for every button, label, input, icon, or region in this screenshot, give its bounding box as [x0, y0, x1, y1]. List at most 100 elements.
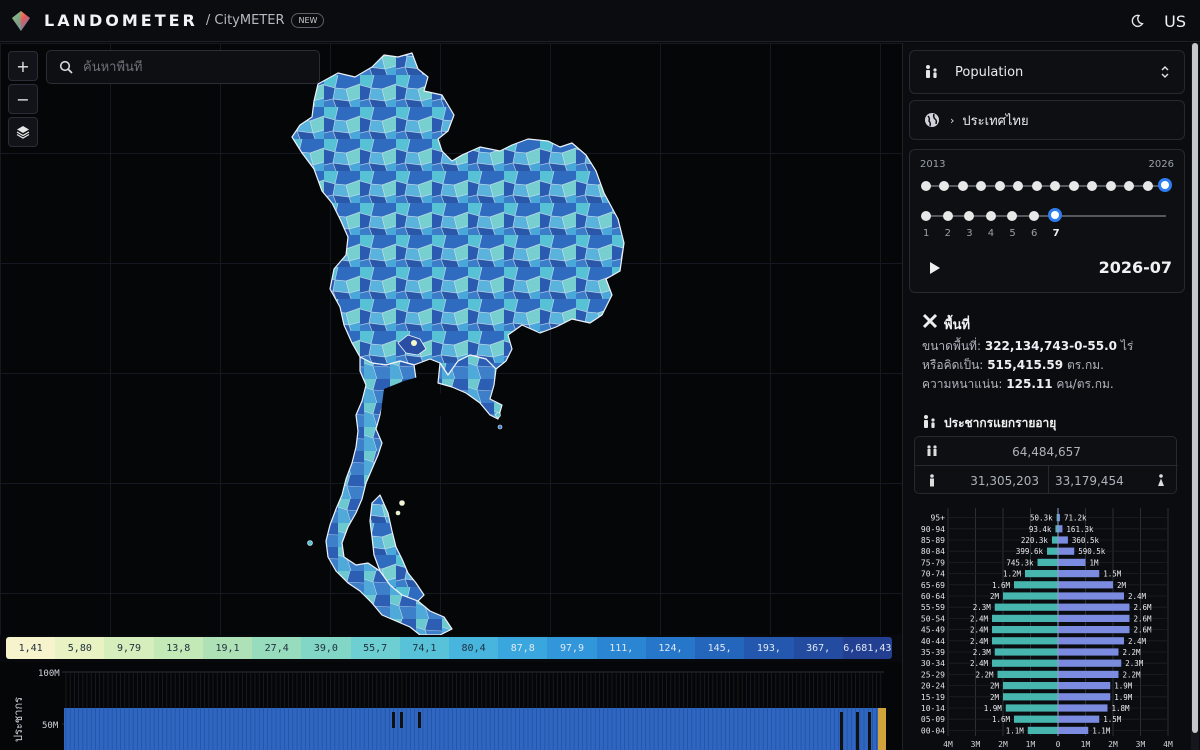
pyramid-age-label: 60-64 [921, 592, 945, 601]
pyramid-value-right: 2.2M [1123, 648, 1142, 657]
pyramid-bar-right [1058, 581, 1113, 589]
year-tick[interactable] [1142, 181, 1153, 191]
area-km-label: หรือคิดเป็น: [922, 358, 984, 372]
metric-label: Population [955, 64, 1024, 80]
year-tick[interactable] [957, 181, 968, 191]
pyramid-value-left: 2.3M [973, 648, 992, 657]
brand-name[interactable]: LANDOMETER [44, 11, 198, 30]
month-slider-handle[interactable] [1047, 208, 1062, 222]
pyramid-age-label: 80-84 [921, 547, 945, 556]
year-slider-handle[interactable] [1158, 178, 1172, 192]
area-size-label: ขนาดพื้นที่: [922, 339, 982, 353]
legend-bin: 97,9 [547, 637, 597, 659]
year-tick[interactable] [1050, 181, 1061, 191]
pyramid-value-left: 1.1M [1006, 726, 1025, 735]
pyramid-age-label: 30-34 [921, 659, 945, 668]
year-tick[interactable] [1124, 181, 1135, 191]
pyramid-value-left: 93.4k [1029, 525, 1052, 534]
pyramid-value-right: 1.8M [1112, 704, 1131, 713]
month-tick[interactable] [985, 211, 996, 221]
pyramid-value-left: 1.6M [992, 715, 1011, 724]
pyramid-age-label: 95+ [931, 514, 946, 523]
pyramid-bar-right [1058, 659, 1122, 667]
sidebar-scrollbar[interactable] [1191, 43, 1199, 750]
pyramid-value-right: 1.5M [1103, 570, 1122, 579]
pyramid-age-label: 75-79 [921, 558, 945, 567]
map-area[interactable]: + − [0, 43, 902, 635]
pyramid-bar-left [1014, 715, 1058, 723]
pyramid-age-label: 85-89 [921, 536, 945, 545]
language-toggle[interactable]: US [1164, 12, 1186, 31]
population-time-chart[interactable]: ประชากร 100M 50M [0, 662, 902, 750]
pyramid-bar-left [1003, 592, 1058, 600]
year-tick[interactable] [1013, 181, 1024, 191]
year-tick[interactable] [1068, 181, 1079, 191]
legend-bin: 1,41 [6, 637, 56, 659]
pyramid-bar-left [1037, 558, 1058, 566]
pyramid-bar-right [1058, 726, 1089, 734]
year-tick[interactable] [1105, 181, 1116, 191]
ruler-pencil-icon [922, 313, 938, 329]
year-slider[interactable] [920, 178, 1176, 194]
pyramid-value-right: 2.4M [1128, 592, 1147, 601]
pyramid-bar-left [1003, 693, 1058, 701]
pyramid-age-label: 10-14 [921, 704, 945, 713]
play-icon[interactable] [930, 262, 940, 274]
month-label: 7 [1052, 228, 1060, 239]
legend-bin: 367, [793, 637, 843, 659]
month-tick[interactable] [921, 211, 931, 221]
pyramid-xtick: 0 [1056, 740, 1061, 749]
pyramid-value-right: 360.5k [1072, 536, 1100, 545]
pyramid-xtick: 1M [1081, 740, 1091, 749]
pyramid-age-label: 50-54 [921, 614, 945, 623]
total-population: 64,484,657 [1012, 445, 1081, 459]
pyramid-age-label: 90-94 [921, 525, 945, 534]
dark-mode-moon-icon[interactable] [1130, 14, 1144, 28]
logo-icon[interactable] [10, 10, 32, 32]
year-tick[interactable] [1087, 181, 1098, 191]
year-tick[interactable] [921, 181, 931, 191]
area-title: พื้นที่ [944, 318, 971, 333]
time-chart-ylabel: ประชากร [12, 697, 25, 742]
month-slider[interactable] [920, 208, 1176, 224]
month-tick[interactable] [942, 211, 953, 221]
year-tick[interactable] [1031, 181, 1042, 191]
thailand-choropleth-map[interactable] [0, 43, 902, 635]
year-tick[interactable] [939, 181, 950, 191]
area-size-value: 322,134,743-0-55.0 [984, 339, 1118, 353]
month-slider-track[interactable] [926, 215, 1166, 217]
legend-bin: 74,1 [399, 637, 449, 659]
month-tick[interactable] [1007, 211, 1018, 221]
pyramid-bar-left [992, 626, 1058, 634]
year-tick[interactable] [994, 181, 1005, 191]
region-breadcrumb[interactable]: › ประเทศไทย [909, 100, 1185, 140]
density-row: ความหนาแน่น: 125.11 คน/ตร.กม. [922, 375, 1114, 394]
male-icon [930, 474, 934, 487]
pyramid-value-left: 2M [990, 682, 1000, 691]
time-chart-grid [65, 672, 882, 708]
pyramid-bar-right [1058, 558, 1086, 566]
female-population: 33,179,454 [1055, 474, 1124, 488]
legend-bin: 55,7 [350, 637, 400, 659]
scrollbar-thumb[interactable] [1192, 43, 1198, 733]
month-tick[interactable] [964, 211, 975, 221]
pyramid-age-label: 05-09 [921, 715, 945, 724]
legend-bin: 816,681,438+ [842, 637, 892, 659]
metric-select[interactable]: Population [909, 50, 1185, 94]
pyramid-value-left: 2.4M [970, 637, 989, 646]
population-summary: 64,484,657 31,305,203 33,179,454 [914, 436, 1178, 494]
pyramid-age-label: 70-74 [921, 570, 945, 579]
pyramid-bar-right [1058, 614, 1130, 622]
pyramid-bar-left [1051, 536, 1058, 544]
pyramid-bar-left [992, 637, 1058, 645]
year-tick[interactable] [976, 181, 987, 191]
pyramid-value-left: 2.4M [970, 614, 989, 623]
pyramid-value-right: 590.5k [1078, 547, 1106, 556]
pyramid-bar-left [1047, 547, 1058, 555]
pyramid-value-left: 399.6k [1016, 547, 1044, 556]
pyramid-bar-right [1058, 637, 1124, 645]
legend-bin: 39,0 [301, 637, 351, 659]
month-tick[interactable] [1029, 211, 1039, 221]
pyramid-bar-left [992, 659, 1058, 667]
area-km-unit: ตร.กม. [1066, 358, 1104, 372]
